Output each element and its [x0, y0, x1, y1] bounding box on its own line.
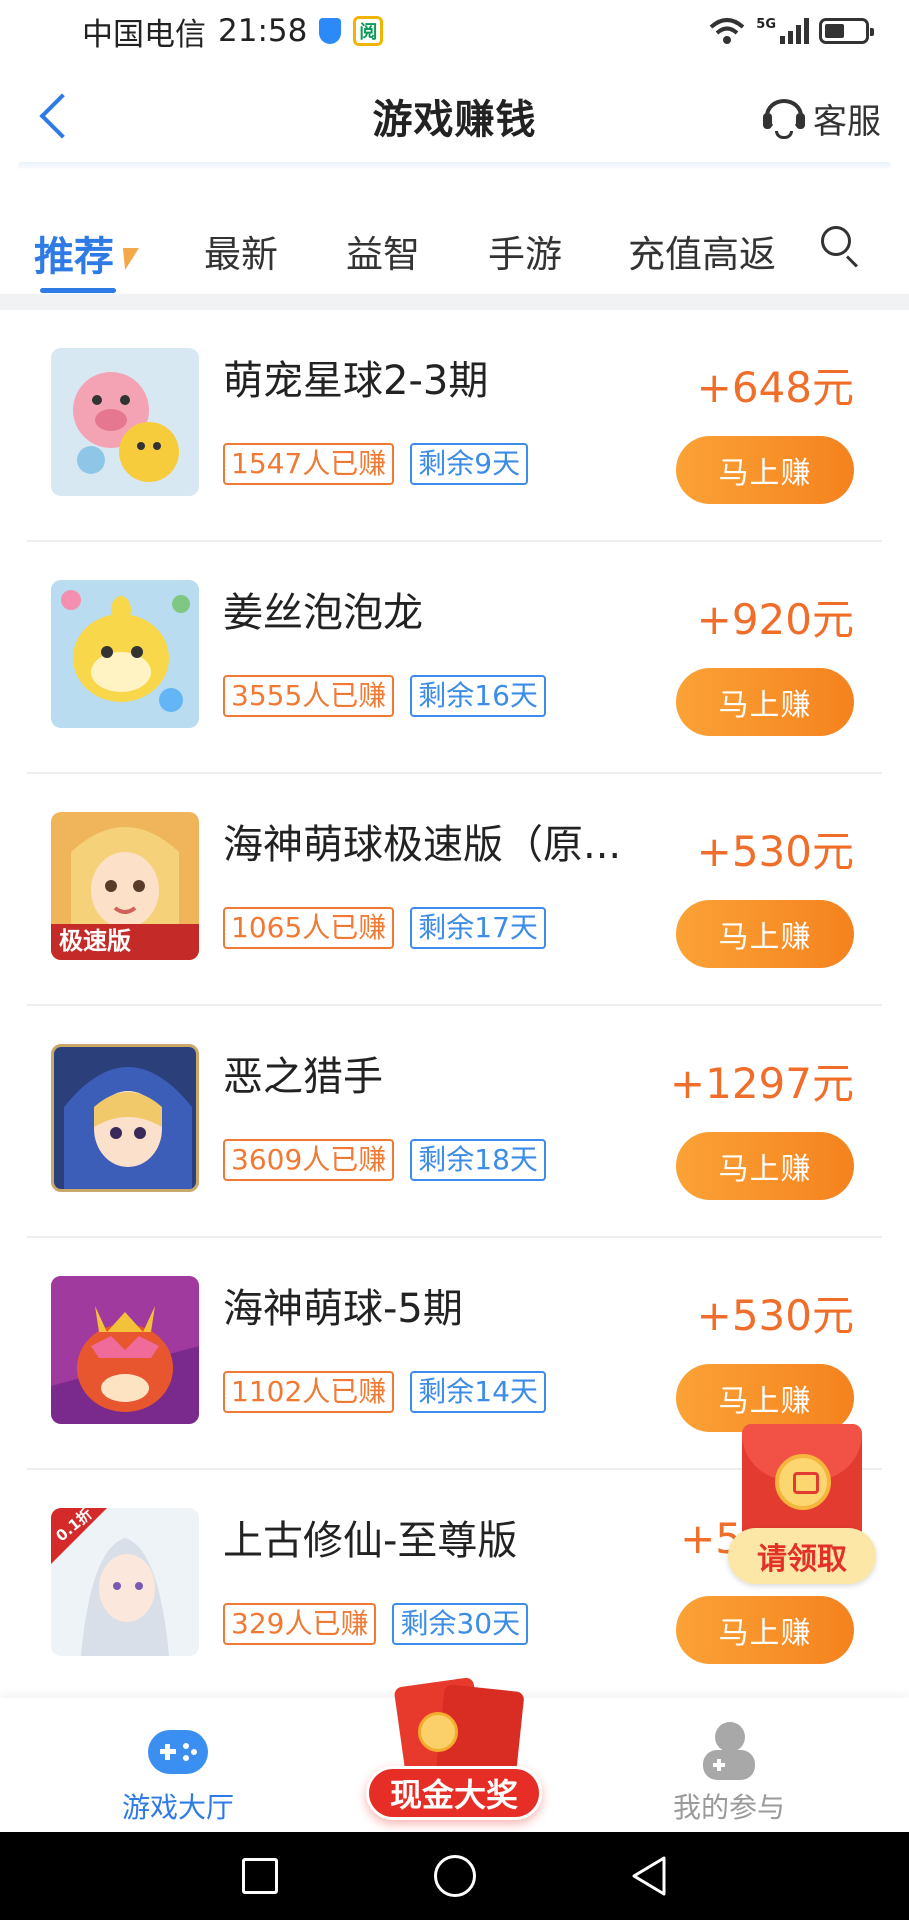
earn-now-button[interactable]: 马上赚: [676, 436, 854, 504]
reward-amount: +1297元: [669, 1059, 854, 1108]
user-gamepad-icon: [697, 1722, 761, 1780]
game-name: 海神萌球-5期: [223, 1286, 463, 1332]
days-left-tag: 剩余14天: [410, 1371, 546, 1413]
tags: 1547人已赚 剩余9天: [223, 443, 529, 485]
notification-app-icon: 阅: [353, 16, 384, 46]
gamepad-icon: [146, 1722, 210, 1778]
game-name: 上古修仙-至尊版: [223, 1518, 518, 1564]
category-tabs: 推荐 最新 益智 手游 充值高返: [0, 196, 909, 294]
network-type: 5G: [756, 17, 776, 32]
headset-icon: [763, 98, 805, 139]
system-nav-bar: [0, 1832, 909, 1920]
game-name: 恶之猎手: [223, 1054, 383, 1100]
days-left-tag: 剩余18天: [410, 1139, 546, 1181]
divider: [0, 294, 909, 310]
earned-count-tag: 3609人已赚: [223, 1139, 395, 1181]
game-icon-bubble-dragon: [51, 580, 199, 728]
speed-badge: 极速版: [59, 927, 131, 955]
tab-latest[interactable]: 最新: [204, 224, 278, 278]
game-icon-sea-god: 极速版: [51, 812, 199, 960]
nav-cash-prize-label: 现金大奖: [366, 1766, 542, 1820]
game-name: 海神萌球极速版（原...: [223, 822, 622, 868]
clock: 21:58: [218, 13, 308, 49]
reward-amount: +530元: [696, 827, 854, 876]
carrier-label: 中国电信: [82, 16, 206, 53]
nav-my-participation[interactable]: 我的参与: [619, 1698, 839, 1832]
list-item[interactable]: 恶之猎手 3609人已赚 剩余18天 +1297元 马上赚: [27, 1006, 882, 1238]
nav-game-hall-label: 游戏大厅: [121, 1791, 234, 1824]
nav-cash-prize[interactable]: 现金大奖: [366, 1674, 542, 1826]
status-right: 5G: [708, 17, 874, 45]
list-item[interactable]: 极速版 海神萌球极速版（原... 1065人已赚 剩余17天 +530元 马上赚: [27, 774, 882, 1006]
game-name: 萌宠星球2-3期: [223, 358, 489, 404]
reward-amount: +920元: [696, 595, 854, 644]
tags: 3609人已赚 剩余18天: [223, 1139, 546, 1181]
nav-game-hall[interactable]: 游戏大厅: [68, 1698, 288, 1832]
reward-amount: +530元: [696, 1291, 854, 1340]
days-left-tag: 剩余16天: [410, 675, 546, 717]
nav-my-participation-label: 我的参与: [672, 1791, 785, 1824]
tab-recharge-rebate[interactable]: 充值高返: [628, 224, 776, 278]
tab-mobile-games[interactable]: 手游: [488, 224, 562, 278]
earned-count-tag: 1065人已赚: [223, 907, 395, 949]
header: 游戏赚钱 客服: [0, 62, 909, 170]
earned-count-tag: 329人已赚: [223, 1603, 377, 1645]
game-icon-hunter: [51, 1044, 199, 1192]
status-left: 中国电信 21:58 阅: [82, 9, 384, 54]
list-item[interactable]: 姜丝泡泡龙 3555人已赚 剩余16天 +920元 马上赚: [27, 542, 882, 774]
back-triangle-button[interactable]: [628, 1854, 668, 1898]
earn-now-button[interactable]: 马上赚: [676, 1364, 854, 1432]
earn-now-button[interactable]: 马上赚: [676, 1132, 854, 1200]
home-button[interactable]: [434, 1855, 476, 1897]
lightning-icon: [117, 248, 139, 270]
earn-now-button[interactable]: 马上赚: [676, 1596, 854, 1664]
tags: 1065人已赚 剩余17天: [223, 907, 546, 949]
tags: 3555人已赚 剩余16天: [223, 675, 546, 717]
floating-red-packet[interactable]: 请领取: [728, 1424, 876, 1594]
game-icon-pets: [51, 348, 199, 496]
search-button[interactable]: [821, 226, 861, 268]
search-icon: [821, 226, 851, 256]
shield-icon: [319, 18, 342, 44]
back-button[interactable]: [36, 90, 85, 142]
claim-label: 请领取: [728, 1528, 876, 1584]
active-tab-indicator: [40, 288, 116, 293]
earned-count-tag: 1547人已赚: [223, 443, 395, 485]
earned-count-tag: 1102人已赚: [223, 1371, 395, 1413]
game-icon-immortal: 0.1折: [51, 1508, 199, 1656]
earned-count-tag: 3555人已赚: [223, 675, 395, 717]
days-left-tag: 剩余9天: [410, 443, 529, 485]
list-item[interactable]: 萌宠星球2-3期 1547人已赚 剩余9天 +648元 马上赚: [27, 310, 882, 542]
tags: 1102人已赚 剩余14天: [223, 1371, 546, 1413]
battery-icon: [819, 18, 874, 44]
customer-service-label: 客服: [813, 102, 881, 142]
game-name: 姜丝泡泡龙: [223, 590, 423, 636]
signal-icon: [780, 18, 809, 44]
chevron-left-icon: [39, 93, 85, 139]
earn-now-button[interactable]: 马上赚: [676, 900, 854, 968]
game-icon-sea-god-5: [51, 1276, 199, 1424]
customer-service-button[interactable]: 客服: [763, 94, 881, 143]
earn-now-button[interactable]: 马上赚: [676, 668, 854, 736]
tags: 329人已赚 剩余30天: [223, 1603, 529, 1645]
tab-label: 推荐: [34, 234, 114, 280]
wifi-icon: [709, 18, 745, 44]
page-title: 游戏赚钱: [372, 97, 537, 143]
tab-recommend[interactable]: 推荐: [34, 224, 139, 282]
days-left-tag: 剩余30天: [392, 1603, 529, 1645]
recent-apps-button[interactable]: [242, 1858, 278, 1894]
reward-amount: +648元: [696, 363, 854, 412]
tab-puzzle[interactable]: 益智: [346, 224, 420, 278]
days-left-tag: 剩余17天: [410, 907, 546, 949]
status-bar: 中国电信 21:58 阅 5G: [0, 0, 909, 62]
